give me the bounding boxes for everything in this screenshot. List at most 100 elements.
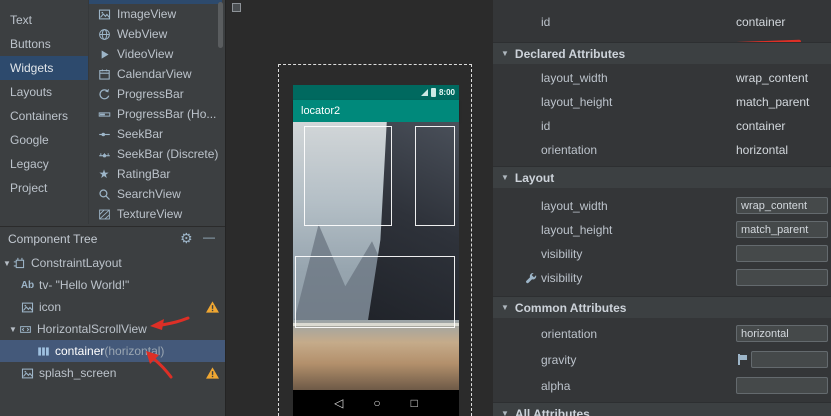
chevron-down-icon: ▼ — [501, 49, 509, 58]
view-bounds-outline[interactable] — [415, 126, 455, 226]
tree-item-icon[interactable]: icon — [0, 296, 225, 318]
section-layout[interactable]: ▼ Layout — [493, 166, 831, 188]
palette-category-buttons[interactable]: Buttons — [0, 32, 88, 56]
palette-item-webview[interactable]: WebView — [89, 24, 222, 44]
warning-icon — [206, 367, 219, 382]
linearlayout-horizontal-icon — [36, 344, 51, 359]
palette-category-widgets[interactable]: Widgets — [0, 56, 88, 80]
component-tree: ▼ ConstraintLayout Ab tv- "Hello World!"… — [0, 252, 225, 384]
attribute-label: layout_height — [541, 95, 612, 109]
section-common-attributes[interactable]: ▼ Common Attributes — [493, 296, 831, 318]
partially-scrolled-selection — [89, 0, 222, 4]
palette-item-imageview[interactable]: ImageView — [89, 4, 222, 24]
device-preview[interactable]: 8:00 locator2 ◁ ○ □ — [293, 85, 459, 416]
palette-item-label: SeekBar — [117, 127, 163, 141]
palette-category-google[interactable]: Google — [0, 128, 88, 152]
tree-item-horizontalscrollview[interactable]: ▼ HorizontalScrollView — [0, 318, 225, 340]
attribute-value[interactable]: match_parent — [736, 95, 809, 109]
tree-item-splash-screen[interactable]: splash_screen — [0, 362, 225, 384]
palette-item-progressbar[interactable]: ProgressBar — [89, 84, 222, 104]
attribute-row: visibility — [493, 266, 831, 290]
progress-horizontal-icon — [97, 107, 111, 121]
palette-category-legacy[interactable]: Legacy — [0, 152, 88, 176]
tree-item-label: tv- "Hello World!" — [39, 278, 129, 292]
view-bounds-outline[interactable] — [295, 256, 455, 328]
palette-item-progressbar-horizontal[interactable]: ProgressBar (Ho... — [89, 104, 222, 124]
palette-category-project[interactable]: Project — [0, 176, 88, 200]
attribute-row: layout_width wrap_content — [493, 66, 831, 90]
tools-visibility-field[interactable] — [736, 269, 828, 286]
orientation-field[interactable]: horizontal — [736, 325, 828, 342]
section-title: Declared Attributes — [515, 47, 625, 61]
palette-scrollbar[interactable] — [218, 2, 223, 48]
attribute-row: orientation horizontal — [493, 138, 831, 162]
palette-category-layouts[interactable]: Layouts — [0, 80, 88, 104]
chevron-down-icon: ▼ — [501, 303, 509, 312]
texture-icon — [97, 207, 111, 221]
wrench-icon — [525, 272, 537, 287]
tree-item-constraintlayout[interactable]: ▼ ConstraintLayout — [0, 252, 225, 274]
slider-icon — [97, 127, 111, 141]
palette-item-ratingbar[interactable]: ★ RatingBar — [89, 164, 222, 184]
section-all-attributes[interactable]: ▼ All Attributes — [493, 402, 831, 416]
tree-item-label: ConstraintLayout — [31, 256, 122, 270]
phone-screen[interactable] — [293, 122, 459, 390]
navigation-bar: ◁ ○ □ — [293, 390, 459, 416]
minimize-icon[interactable]: — — [203, 230, 215, 244]
tree-item-label: splash_screen — [39, 366, 116, 380]
attribute-row: layout_height match_parent — [493, 218, 831, 242]
layout-width-field[interactable]: wrap_content — [736, 197, 828, 214]
image-icon — [97, 7, 111, 21]
palette-item-textureview[interactable]: TextureView — [89, 204, 222, 224]
palette-item-label: ProgressBar (Ho... — [117, 107, 216, 121]
slider-discrete-icon — [97, 147, 111, 161]
section-title: All Attributes — [515, 407, 590, 416]
palette-category-containers[interactable]: Containers — [0, 104, 88, 128]
palette-item-label: VideoView — [117, 47, 173, 61]
attribute-label: layout_width — [541, 71, 608, 85]
tree-item-label: container — [55, 344, 104, 358]
attribute-label: id — [541, 15, 550, 29]
component-tree-title: Component Tree — [0, 232, 97, 246]
design-canvas[interactable]: 8:00 locator2 ◁ ○ □ — [225, 0, 492, 416]
attribute-value[interactable]: wrap_content — [736, 71, 808, 85]
palette-item-label: SearchView — [117, 187, 181, 201]
attribute-label: visibility — [541, 247, 582, 261]
alpha-field[interactable] — [736, 377, 828, 394]
palette-item-calendarview[interactable]: CalendarView — [89, 64, 222, 84]
section-declared-attributes[interactable]: ▼ Declared Attributes — [493, 42, 831, 64]
globe-icon — [97, 27, 111, 41]
palette-item-videoview[interactable]: VideoView — [89, 44, 222, 64]
flag-icon[interactable] — [737, 354, 748, 365]
design-surface-icon[interactable] — [232, 3, 241, 12]
search-icon — [97, 187, 111, 201]
id-value[interactable]: container — [736, 15, 785, 29]
layout-height-field[interactable]: match_parent — [736, 221, 828, 238]
status-time: 8:00 — [439, 88, 455, 97]
chevron-down-icon[interactable]: ▼ — [8, 325, 18, 334]
view-bounds-outline[interactable] — [304, 126, 392, 226]
palette-item-seekbar-discrete[interactable]: SeekBar (Discrete) — [89, 144, 222, 164]
tree-item-container[interactable]: container(horizontal) — [0, 340, 225, 362]
section-title: Common Attributes — [515, 301, 627, 315]
attributes-panel: id container ▼ Declared Attributes layou… — [492, 0, 831, 416]
tree-item-label: HorizontalScrollView — [37, 322, 147, 336]
chevron-down-icon[interactable]: ▼ — [2, 259, 12, 268]
attribute-label: layout_width — [541, 199, 608, 213]
gear-icon[interactable]: ⚙ — [180, 230, 193, 247]
palette-item-label: RatingBar — [117, 167, 170, 181]
palette-item-seekbar[interactable]: SeekBar — [89, 124, 222, 144]
attribute-value[interactable]: horizontal — [736, 143, 788, 157]
palette-item-label: TextureView — [117, 207, 182, 221]
palette-categories: Text Buttons Widgets Layouts Containers … — [0, 0, 88, 224]
calendar-icon — [97, 67, 111, 81]
section-title: Layout — [515, 171, 554, 185]
visibility-field[interactable] — [736, 245, 828, 262]
chevron-down-icon: ▼ — [501, 173, 509, 182]
palette-item-searchview[interactable]: SearchView — [89, 184, 222, 204]
gravity-field[interactable] — [751, 351, 828, 368]
attribute-value[interactable]: container — [736, 119, 785, 133]
palette-category-text[interactable]: Text — [0, 8, 88, 32]
progress-circular-icon — [97, 87, 111, 101]
tree-item-tv[interactable]: Ab tv- "Hello World!" — [0, 274, 225, 296]
